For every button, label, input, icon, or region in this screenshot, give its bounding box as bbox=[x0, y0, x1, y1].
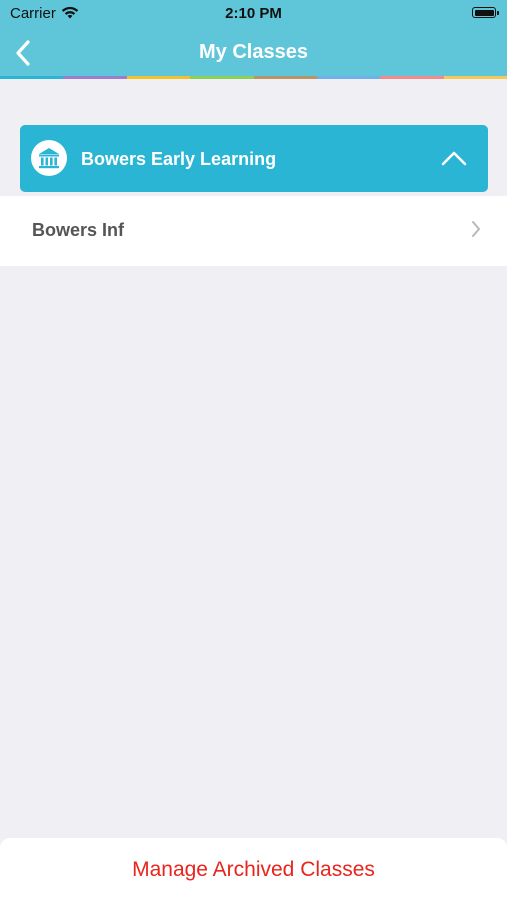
color-strip-segment bbox=[443, 76, 507, 79]
color-strip-segment bbox=[190, 76, 254, 79]
decorative-color-strip bbox=[0, 76, 507, 79]
page-title: My Classes bbox=[199, 41, 308, 63]
color-strip-segment bbox=[380, 76, 444, 79]
navigation-bar: My Classes bbox=[0, 28, 507, 76]
battery-icon bbox=[472, 7, 499, 18]
color-strip-segment bbox=[126, 76, 191, 79]
status-bar: Carrier 2:10 PM bbox=[0, 0, 507, 28]
school-name: Bowers Early Learning bbox=[81, 149, 277, 169]
chevron-up-icon[interactable] bbox=[440, 147, 468, 169]
manage-archived-classes-label: Manage Archived Classes bbox=[132, 858, 375, 881]
class-name: Bowers Inf bbox=[32, 220, 125, 240]
color-strip-segment bbox=[63, 76, 127, 79]
manage-archived-classes-button[interactable]: Manage Archived Classes bbox=[0, 838, 507, 900]
institution-icon bbox=[31, 140, 67, 176]
status-time: 2:10 PM bbox=[225, 5, 282, 22]
color-strip-segment bbox=[0, 76, 64, 79]
color-strip-segment bbox=[253, 76, 317, 79]
class-row[interactable]: Bowers Inf bbox=[0, 196, 507, 266]
chevron-right-icon bbox=[472, 221, 480, 237]
color-strip-segment bbox=[316, 76, 381, 79]
school-header[interactable]: Bowers Early Learning bbox=[20, 125, 488, 192]
